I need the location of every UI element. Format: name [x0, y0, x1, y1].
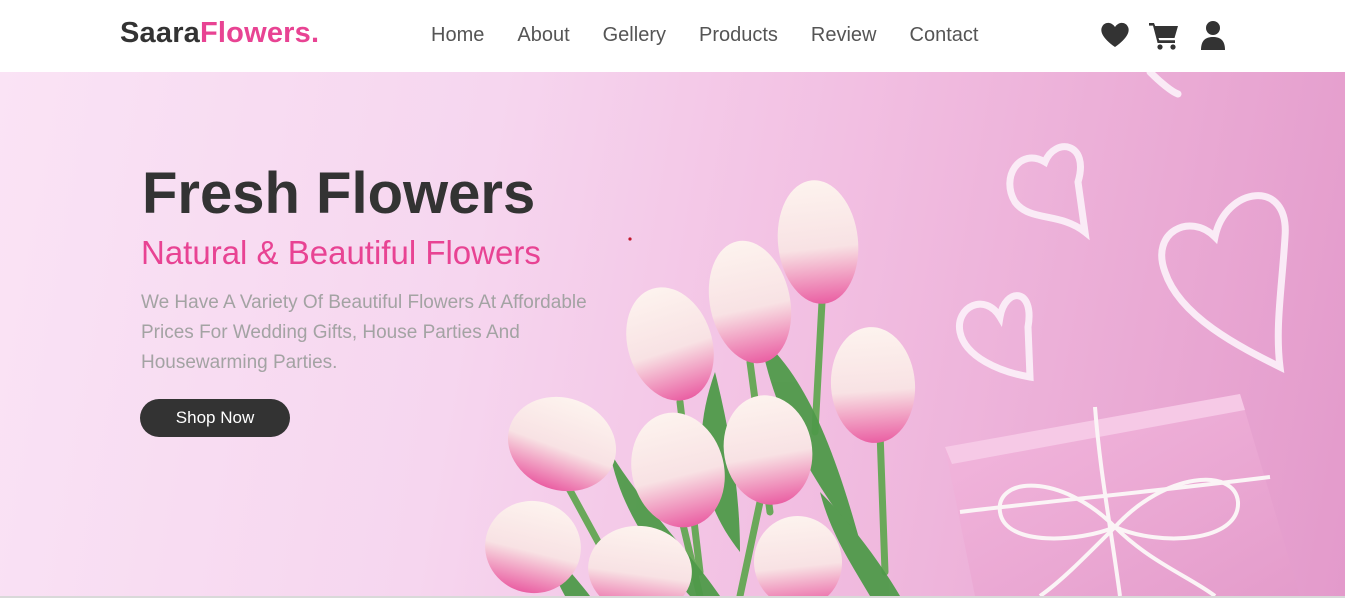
cart-icon[interactable]: [1148, 19, 1180, 51]
logo-text-main: Saara: [120, 17, 201, 49]
header-icons: [1099, 19, 1229, 51]
nav-link-gallery[interactable]: Gellery: [603, 24, 666, 47]
hero-description: We Have A Variety Of Beautiful Flowers A…: [141, 292, 587, 373]
nav-link-contact[interactable]: Contact: [910, 24, 979, 47]
nav-link-home[interactable]: Home: [431, 24, 484, 47]
heart-icon[interactable]: [1099, 19, 1131, 51]
nav-link-review[interactable]: Review: [811, 24, 877, 47]
nav-link-products[interactable]: Products: [699, 24, 778, 47]
nav-link-about[interactable]: About: [517, 24, 569, 47]
hero-title: Fresh Flowers: [142, 161, 536, 226]
hero-section: Fresh Flowers Natural & Beautiful Flower…: [0, 72, 1345, 596]
main-navigation: Home About Gellery Products Review Conta…: [431, 24, 1011, 47]
shop-now-button[interactable]: Shop Now: [140, 399, 290, 437]
site-header: SaaraFlowers. Home About Gellery Product…: [0, 0, 1345, 72]
gift-box-shape: [945, 394, 1300, 596]
hero-subtitle: Natural & Beautiful Flowers: [141, 234, 541, 271]
user-icon[interactable]: [1197, 19, 1229, 51]
logo-text-accent: Flowers.: [200, 17, 320, 49]
logo[interactable]: SaaraFlowers.: [120, 17, 319, 50]
